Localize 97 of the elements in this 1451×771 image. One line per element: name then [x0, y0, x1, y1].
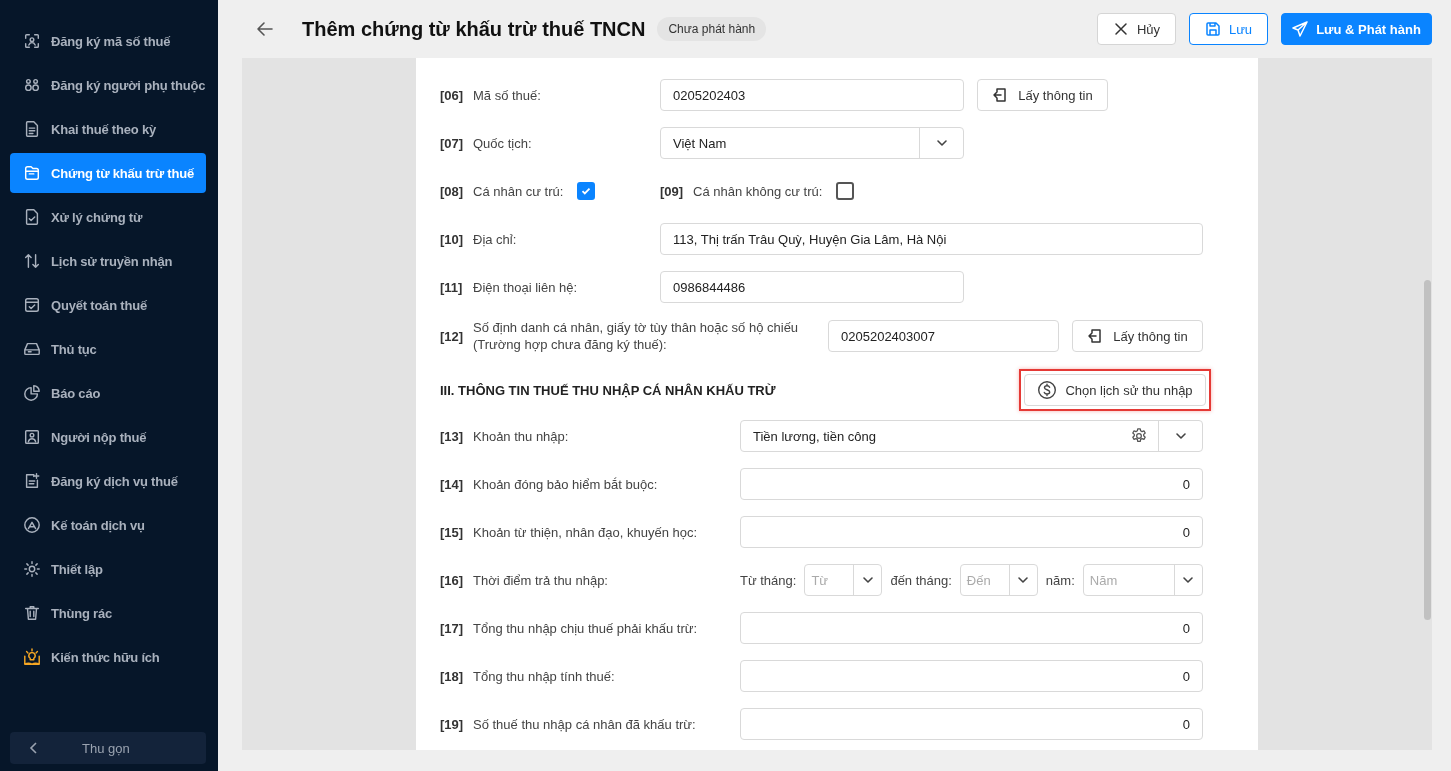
field-label: Cá nhân không cư trú: — [693, 183, 823, 199]
field-label: Khoản đóng bảo hiểm bắt buộc: — [473, 476, 659, 492]
input-field[interactable]: 0 — [740, 660, 1203, 692]
period-label: năm: — [1045, 572, 1075, 588]
file-check-icon — [23, 208, 41, 226]
period-label: đến tháng: — [890, 572, 952, 588]
group-icon — [23, 76, 41, 94]
tray-icon — [23, 340, 41, 358]
sidebar-item[interactable]: Kế toán dịch vụ — [10, 505, 206, 545]
field-code: [15] — [440, 524, 465, 540]
field-code: [19] — [440, 716, 465, 732]
fetch-info-button[interactable]: Lấy thông tin — [1072, 320, 1203, 352]
field-label: Mã số thuế: — [473, 87, 542, 103]
checkmark-icon — [580, 185, 593, 197]
period-label: Từ tháng: — [740, 572, 797, 588]
user-scan-icon — [23, 32, 41, 50]
field-label: Khoản từ thiện, nhân đạo, khuyến học: — [473, 524, 699, 540]
input-field[interactable]: 0986844486 — [660, 271, 964, 303]
save-and-publish-button[interactable]: Lưu & Phát hành — [1281, 13, 1432, 45]
field-label: Thời điểm trả thu nhập: — [473, 572, 609, 588]
fetch-info-button[interactable]: Lấy thông tin — [977, 79, 1108, 111]
chevron-down-icon — [861, 574, 874, 586]
field-code: [11] — [440, 279, 464, 295]
field-label: Khoản thu nhập: — [473, 428, 570, 444]
field-label: Điện thoại liên hệ: — [473, 279, 579, 295]
calendar-check-icon — [23, 296, 41, 314]
field-label: Tổng thu nhập chịu thuế phải khấu trừ: — [473, 620, 699, 636]
field-code: [13] — [440, 428, 465, 444]
nationality-select[interactable]: Việt Nam — [660, 127, 964, 159]
field-code: [08] — [440, 183, 465, 199]
sidebar-item[interactable]: Người nộp thuế — [10, 417, 206, 457]
chevron-left-icon — [28, 742, 40, 754]
chevron-down-icon — [1174, 430, 1187, 442]
input-field[interactable]: 113, Thị trấn Trâu Quỳ, Huyện Gia Lâm, Hà Nội — [660, 223, 1203, 255]
input-field[interactable]: 0205202403 — [660, 79, 964, 111]
field-label: Số định danh cá nhân, giấy tờ tùy thân hoặc số hộ chiếu (Trường hợp chưa đăng ký thuế): — [473, 319, 800, 353]
document-plus-icon — [23, 472, 41, 490]
chevron-down-icon — [935, 137, 948, 149]
scrollbar-thumb[interactable] — [1424, 280, 1431, 620]
sidebar-item[interactable]: Khai thuế theo kỳ — [10, 109, 206, 149]
field-code: [09] — [660, 183, 685, 199]
save-button[interactable]: Lưu — [1189, 13, 1268, 45]
import-document-icon — [1087, 328, 1104, 344]
chevron-down-icon — [1017, 574, 1030, 586]
income-history-button[interactable]: Chọn lịch sử thu nhập — [1024, 374, 1206, 406]
transfer-arrows-icon — [23, 252, 41, 270]
section-title: III. THÔNG TIN THUẾ THU NHẬP CÁ NHÂN KHẤU TRỪ — [440, 382, 776, 398]
sidebar-item[interactable]: Thủ tục — [10, 329, 206, 369]
sidebar-item[interactable]: Báo cáo — [10, 373, 206, 413]
input-field[interactable]: 0 — [740, 612, 1203, 644]
field-label: Cá nhân cư trú: — [473, 183, 564, 199]
dollar-circle-icon — [1037, 380, 1058, 400]
field-code: [14] — [440, 476, 465, 492]
sidebar-item[interactable]: Thiết lập — [10, 549, 206, 589]
field-label: Địa chỉ: — [473, 231, 518, 247]
send-icon — [1292, 21, 1309, 37]
back-arrow-icon[interactable] — [255, 19, 275, 39]
sidebar-item[interactable]: Đăng ký dịch vụ thuế — [10, 461, 206, 501]
page-title: Thêm chứng từ khấu trừ thuế TNCN — [302, 17, 646, 41]
folder-icon — [23, 164, 41, 182]
sidebar-item[interactable]: Xử lý chứng từ — [10, 197, 206, 237]
close-icon — [1112, 21, 1129, 37]
sidebar-item[interactable]: Chứng từ khấu trừ thuế — [10, 153, 206, 193]
field-label: Quốc tịch: — [473, 135, 533, 151]
field-code: [17] — [440, 620, 465, 636]
input-field[interactable]: 0 — [740, 708, 1203, 740]
checkbox[interactable] — [577, 182, 596, 200]
collapse-button[interactable]: Thu gọn — [10, 732, 206, 764]
chevron-down-icon — [1182, 574, 1195, 586]
sidebar-item[interactable]: Kiến thức hữu ích — [10, 637, 206, 677]
field-code: [07] — [440, 135, 465, 151]
trash-icon — [23, 604, 41, 622]
import-document-icon — [992, 87, 1009, 103]
field-code: [16] — [440, 572, 465, 588]
cancel-button[interactable]: Hủy — [1097, 13, 1176, 45]
field-code: [18] — [440, 668, 465, 684]
sidebar-item[interactable]: Thùng rác — [10, 593, 206, 633]
user-card-icon — [23, 428, 41, 446]
field-code: [12] — [440, 328, 465, 344]
input-field[interactable]: 0 — [740, 516, 1203, 548]
sidebar-item[interactable]: Quyết toán thuế — [10, 285, 206, 325]
checkbox[interactable] — [836, 182, 855, 200]
status-badge: Chưa phát hành — [657, 17, 767, 41]
lightbulb-book-icon — [23, 648, 41, 666]
input-field[interactable]: 0205202403007 — [828, 320, 1059, 352]
field-code: [06] — [440, 87, 465, 103]
pie-chart-icon — [23, 384, 41, 402]
input-field[interactable]: 0 — [740, 468, 1203, 500]
income-type-select[interactable]: Tiền lương, tiền công — [740, 420, 1203, 452]
sidebar-item[interactable]: Lịch sử truyền nhận — [10, 241, 206, 281]
sidebar-item[interactable]: Đăng ký người phụ thuộc — [10, 65, 206, 105]
field-label: Số thuế thu nhập cá nhân đã khấu trừ: — [473, 716, 697, 732]
document-icon — [23, 120, 41, 138]
field-code: [10] — [440, 231, 465, 247]
circle-logo-icon — [23, 516, 41, 534]
sidebar-item[interactable]: Đăng ký mã số thuế — [10, 21, 206, 61]
field-label: Tổng thu nhập tính thuế: — [473, 668, 616, 684]
